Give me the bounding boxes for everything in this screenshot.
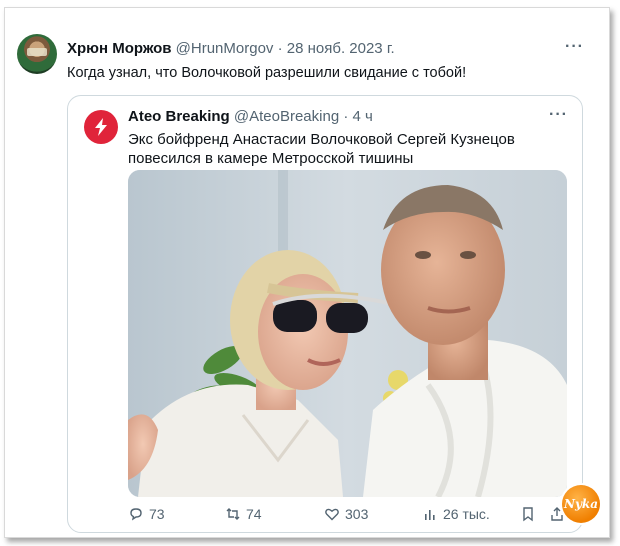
quoted-date[interactable]: · 4 ч — [343, 108, 373, 125]
photo-illustration — [128, 170, 567, 497]
reply-action[interactable]: 73 — [128, 506, 165, 522]
views-action[interactable]: 26 тыс. — [422, 506, 490, 522]
author-avatar[interactable] — [17, 34, 57, 74]
tweet-author: Хрюн Моржов @HrunMorgov · 28 нояб. 2023 … — [67, 40, 395, 57]
retweet-icon — [226, 508, 240, 520]
retweet-count: 74 — [246, 506, 262, 522]
views-count: 26 тыс. — [443, 506, 490, 522]
author-name[interactable]: Хрюн Моржов — [67, 40, 171, 57]
watermark-logo: Nyka — [562, 485, 600, 523]
author-handle[interactable]: @HrunMorgov — [176, 40, 274, 57]
reply-count: 73 — [149, 506, 165, 522]
quoted-author-handle[interactable]: @AteoBreaking — [234, 108, 339, 125]
quoted-more-options-icon[interactable]: ··· — [549, 106, 568, 124]
analytics-icon — [425, 510, 435, 520]
quoted-tweet[interactable]: Ateo Breaking @AteoBreaking · 4 ч ··· Эк… — [67, 95, 583, 533]
tweet-actions: 73 74 303 26 тыс. — [68, 506, 584, 528]
heart-icon — [325, 508, 339, 521]
quoted-author-avatar[interactable] — [84, 110, 118, 144]
quoted-photo[interactable] — [128, 170, 567, 497]
tweet-card: Хрюн Моржов @HrunMorgov · 28 нояб. 2023 … — [4, 7, 610, 538]
like-action[interactable]: 303 — [324, 506, 368, 522]
quoted-author-name[interactable]: Ateo Breaking — [128, 108, 230, 125]
reply-icon — [130, 508, 142, 521]
more-options-icon[interactable]: ··· — [565, 38, 584, 56]
tweet-date[interactable]: · 28 нояб. 2023 г. — [278, 40, 395, 57]
lightning-icon — [95, 118, 107, 136]
bookmark-icon — [523, 507, 533, 522]
quoted-author: Ateo Breaking @AteoBreaking · 4 ч — [128, 108, 373, 125]
tweet-text: Когда узнал, что Волочковой разрешили св… — [67, 65, 467, 81]
quoted-text: Экс бойфренд Анастасии Волочковой Сергей… — [128, 131, 515, 167]
retweet-action[interactable]: 74 — [225, 506, 262, 522]
bookmark-action[interactable] — [520, 506, 536, 522]
like-count: 303 — [345, 506, 369, 522]
